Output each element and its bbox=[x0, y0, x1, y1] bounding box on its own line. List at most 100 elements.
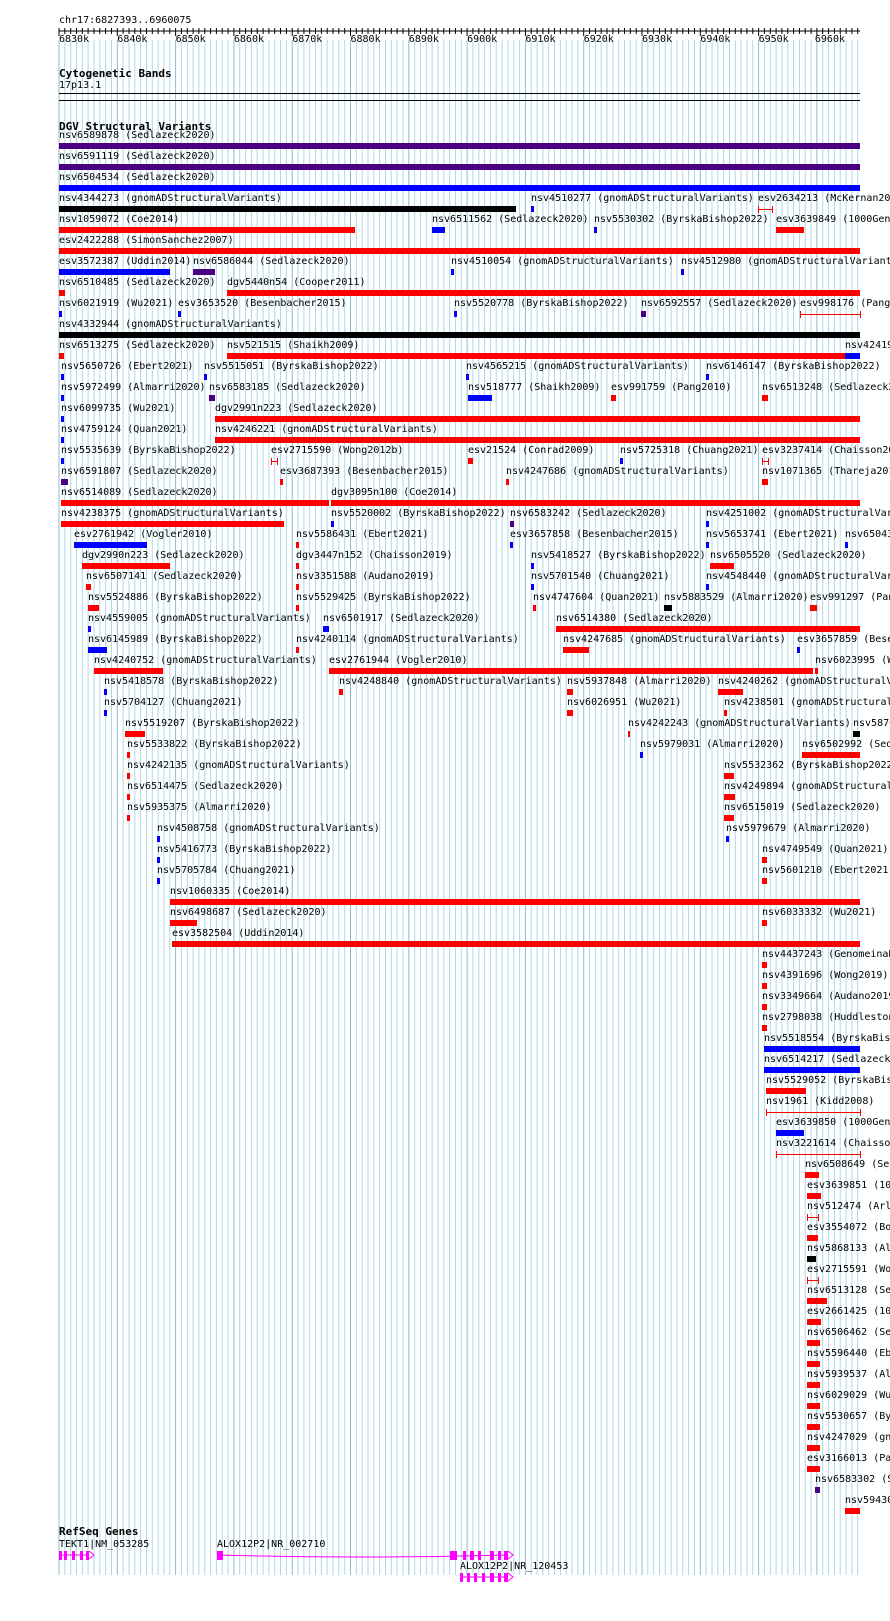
variant-label[interactable]: nsv6033332 (Wu2021) bbox=[762, 907, 876, 919]
variant-feature-bar[interactable] bbox=[59, 269, 170, 275]
variant-feature-bar[interactable] bbox=[706, 374, 709, 380]
variant-label[interactable]: nsv6145989 (ByrskaBishop2022) bbox=[88, 634, 263, 646]
variant-feature-bar[interactable] bbox=[157, 836, 160, 842]
variant-label[interactable]: nsv5416773 (ByrskaBishop2022) bbox=[157, 844, 332, 856]
variant-label[interactable]: nsv6592557 (Sedlazeck2020) bbox=[641, 298, 798, 310]
variant-feature-bar[interactable] bbox=[764, 1046, 860, 1052]
variant-label[interactable]: esv998176 (Pang2010) bbox=[800, 298, 890, 310]
variant-label[interactable]: nsv6589878 (Sedlazeck2020) bbox=[59, 130, 216, 142]
variant-label[interactable]: dgv5440n54 (Cooper2011) bbox=[227, 277, 365, 289]
variant-feature-bar[interactable] bbox=[227, 290, 860, 296]
variant-label[interactable]: nsv5533822 (ByrskaBishop2022) bbox=[127, 739, 302, 751]
variant-feature-bar[interactable] bbox=[104, 689, 107, 695]
variant-feature-bar[interactable] bbox=[807, 1319, 821, 1325]
variant-feature-bar[interactable] bbox=[296, 563, 299, 569]
variant-feature-bar[interactable] bbox=[59, 185, 860, 191]
variant-label[interactable]: nsv4242243 (gnomADStructuralVariants) bbox=[628, 718, 851, 730]
variant-label[interactable]: esv2761944 (Vogler2010) bbox=[329, 655, 467, 667]
variant-feature-bar[interactable] bbox=[170, 920, 197, 926]
variant-label[interactable]: nsv1961 (Kidd2008) bbox=[766, 1096, 874, 1108]
variant-label[interactable]: nsv6583185 (Sedlazeck2020) bbox=[209, 382, 366, 394]
variant-label[interactable]: nsv6511562 (Sedlazeck2020) bbox=[432, 214, 589, 226]
variant-label[interactable]: nsv5518554 (ByrskaBishop2022) bbox=[764, 1033, 890, 1045]
variant-feature-bar[interactable] bbox=[61, 437, 64, 443]
variant-label[interactable]: dgv3447n152 (Chaisson2019) bbox=[296, 550, 453, 562]
variant-label[interactable]: nsv5530302 (ByrskaBishop2022) bbox=[594, 214, 769, 226]
gene-label[interactable]: TEKT1|NM_053285 bbox=[59, 1539, 149, 1551]
variant-label[interactable]: nsv4238375 (gnomADStructuralVariants) bbox=[61, 508, 284, 520]
variant-feature-bar[interactable] bbox=[94, 668, 163, 674]
variant-label[interactable]: nsv6508649 (Sedlazeck2020) bbox=[805, 1159, 890, 1171]
variant-feature-bar[interactable] bbox=[620, 458, 623, 464]
variant-label[interactable]: nsv6506462 (Sedlazeck2020) bbox=[807, 1327, 890, 1339]
variant-label[interactable]: dgv2991n223 (Sedlazeck2020) bbox=[215, 403, 378, 415]
variant-label[interactable]: nsv5418527 (ByrskaBishop2022) bbox=[531, 550, 706, 562]
variant-label[interactable]: nsv6026951 (Wu2021) bbox=[567, 697, 681, 709]
variant-label[interactable]: nsv6591807 (Sedlazeck2020) bbox=[61, 466, 218, 478]
variant-feature-bar[interactable] bbox=[468, 458, 473, 464]
variant-label[interactable]: nsv6514475 (Sedlazeck2020) bbox=[127, 781, 284, 793]
variant-feature-bar[interactable] bbox=[227, 353, 845, 359]
variant-label[interactable]: nsv6513275 (Sedlazeck2020) bbox=[59, 340, 216, 352]
variant-label[interactable]: nsv6146147 (ByrskaBishop2022) bbox=[706, 361, 881, 373]
variant-feature-bar[interactable] bbox=[468, 395, 492, 401]
variant-label[interactable]: nsv4548440 (gnomADStructuralVariants) bbox=[706, 571, 890, 583]
variant-label[interactable]: nsv5704127 (Chuang2021) bbox=[104, 697, 242, 709]
cytoband-ideogram-line[interactable] bbox=[59, 93, 860, 94]
variant-label[interactable]: nsv5532362 (ByrskaBishop2022) bbox=[724, 760, 890, 772]
variant-label[interactable]: nsv6501917 (Sedlazeck2020) bbox=[323, 613, 480, 625]
gene-label[interactable]: ALOX12P2|NR_120453 bbox=[460, 1561, 568, 1573]
variant-label[interactable]: nsv5529425 (ByrskaBishop2022) bbox=[296, 592, 471, 604]
variant-label[interactable]: nsv6583242 (Sedlazeck2020) bbox=[510, 508, 667, 520]
refseq-genes-track-title[interactable]: RefSeq Genes bbox=[59, 1525, 138, 1538]
variant-label[interactable]: nsv1071365 (Thareja2015) bbox=[762, 466, 890, 478]
variant-feature-bar[interactable] bbox=[807, 1466, 820, 1472]
variant-feature-bar[interactable] bbox=[531, 563, 534, 569]
variant-label[interactable]: nsv3349664 (Audano2019) bbox=[762, 991, 890, 1003]
variant-feature-bar[interactable] bbox=[641, 311, 646, 317]
variant-label[interactable]: nsv4238501 (gnomADStructuralVariants) bbox=[724, 697, 890, 709]
variant-feature-bar[interactable] bbox=[127, 752, 130, 758]
variant-label[interactable]: esv3657859 (Besenbacher2015) bbox=[797, 634, 890, 646]
variant-feature-bar[interactable] bbox=[215, 416, 860, 422]
variant-feature-bar[interactable] bbox=[724, 773, 734, 779]
variant-label[interactable]: nsv5868133 (Almarri2020) bbox=[807, 1243, 890, 1255]
variant-feature-bar[interactable] bbox=[762, 962, 767, 968]
variant-feature-bar[interactable] bbox=[706, 542, 709, 548]
variant-feature-bar[interactable] bbox=[807, 1424, 820, 1430]
variant-label[interactable]: nsv5705784 (Chuang2021) bbox=[157, 865, 295, 877]
variant-label[interactable]: nsv1059072 (Coe2014) bbox=[59, 214, 179, 226]
variant-feature-bar[interactable] bbox=[556, 626, 860, 632]
variant-feature-bar[interactable] bbox=[61, 521, 284, 527]
variant-feature-bar[interactable] bbox=[323, 626, 329, 632]
variant-feature-bar[interactable] bbox=[329, 668, 813, 674]
variant-feature-bar[interactable] bbox=[61, 500, 329, 506]
gene-model[interactable] bbox=[0, 1573, 890, 1585]
variant-label[interactable]: esv3639850 (1000Genomes) bbox=[776, 1117, 890, 1129]
variant-label[interactable]: nsv5937848 (Almarri2020) bbox=[567, 676, 712, 688]
variant-label[interactable]: nsv5524886 (ByrskaBishop2022) bbox=[88, 592, 263, 604]
variant-label[interactable]: nsv4251002 (gnomADStructuralVariants) bbox=[706, 508, 890, 520]
variant-feature-bar[interactable] bbox=[59, 164, 860, 170]
variant-feature-bar[interactable] bbox=[104, 710, 107, 716]
variant-feature-bar[interactable] bbox=[845, 353, 860, 359]
variant-label[interactable]: nsv4241971 (gnomADStructuralVariants) bbox=[845, 340, 890, 352]
variant-feature-bar[interactable] bbox=[59, 227, 355, 233]
variant-feature-bar[interactable] bbox=[628, 731, 630, 737]
variant-feature-bar[interactable] bbox=[815, 668, 818, 674]
variant-feature-bar[interactable] bbox=[59, 143, 860, 149]
variant-label[interactable]: esv21524 (Conrad2009) bbox=[468, 445, 594, 457]
variant-feature-bar[interactable] bbox=[810, 605, 817, 611]
variant-feature-bar[interactable] bbox=[807, 1298, 827, 1304]
variant-feature-bar[interactable] bbox=[762, 878, 767, 884]
variant-feature-bar[interactable] bbox=[193, 269, 215, 275]
variant-feature-bar[interactable] bbox=[88, 626, 91, 632]
variant-label[interactable]: esv2661425 (1000Genomes) bbox=[807, 1306, 890, 1318]
variant-label[interactable]: nsv5520002 (ByrskaBishop2022) bbox=[331, 508, 506, 520]
variant-label[interactable]: nsv4248840 (gnomADStructuralVariants) bbox=[339, 676, 562, 688]
variant-feature-bar[interactable] bbox=[157, 857, 160, 863]
variant-label[interactable]: nsv6023995 (Wu2021) bbox=[815, 655, 890, 667]
variant-feature-bar[interactable] bbox=[706, 521, 709, 527]
variant-feature-bar[interactable] bbox=[815, 1487, 820, 1493]
variant-label[interactable]: nsv4332944 (gnomADStructuralVariants) bbox=[59, 319, 282, 331]
